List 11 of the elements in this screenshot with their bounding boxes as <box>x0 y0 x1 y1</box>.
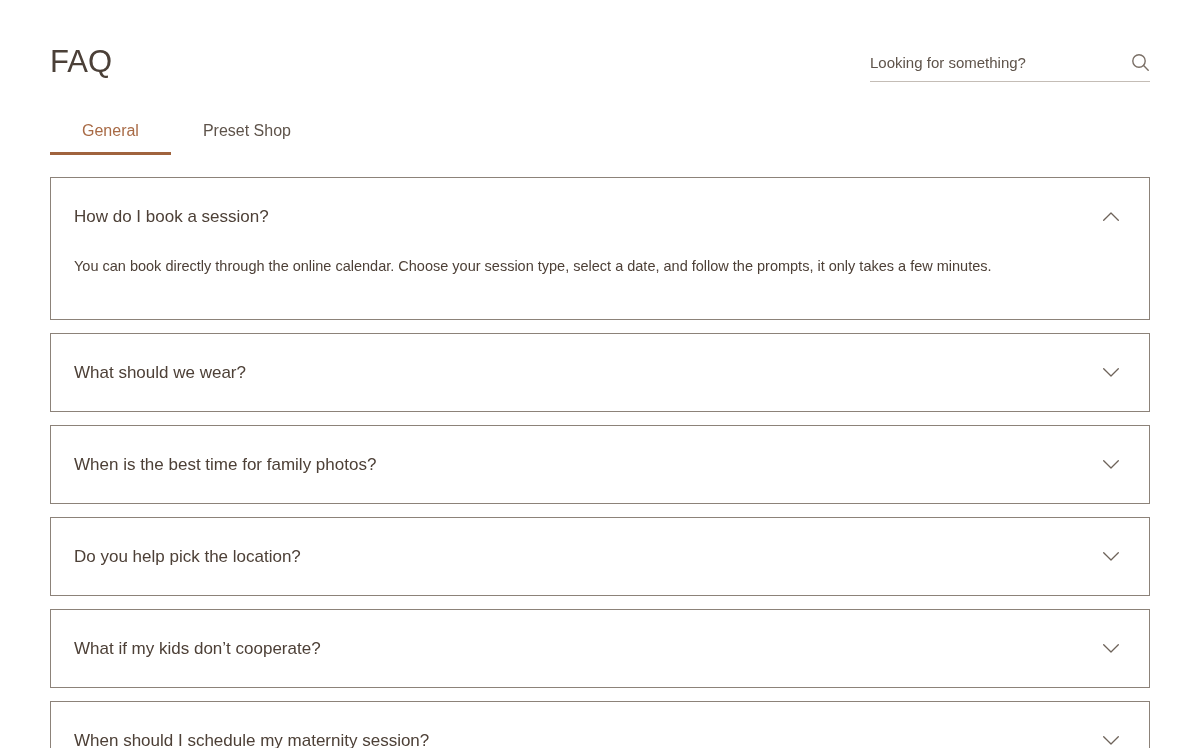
faq-question[interactable]: How do I book a session? <box>51 178 1149 255</box>
page-title: FAQ <box>50 43 112 81</box>
search-field[interactable]: Looking for something? <box>870 42 1150 82</box>
faq-question[interactable]: Do you help pick the location? <box>51 518 1149 595</box>
faq-answer: You can book directly through the online calendar. Choose your session type, select a date, and follow the prompts, it only takes a few minutes. <box>74 258 992 274</box>
faq-question[interactable]: What should we wear? <box>51 334 1149 411</box>
faq-question[interactable]: When is the best time for family photos? <box>51 426 1149 503</box>
faq-question[interactable]: What if my kids don’t cooperate? <box>51 610 1149 687</box>
tab[interactable]: Preset Shop <box>170 110 323 155</box>
search-icon[interactable] <box>1132 54 1149 71</box>
tab[interactable]: General <box>50 110 171 155</box>
